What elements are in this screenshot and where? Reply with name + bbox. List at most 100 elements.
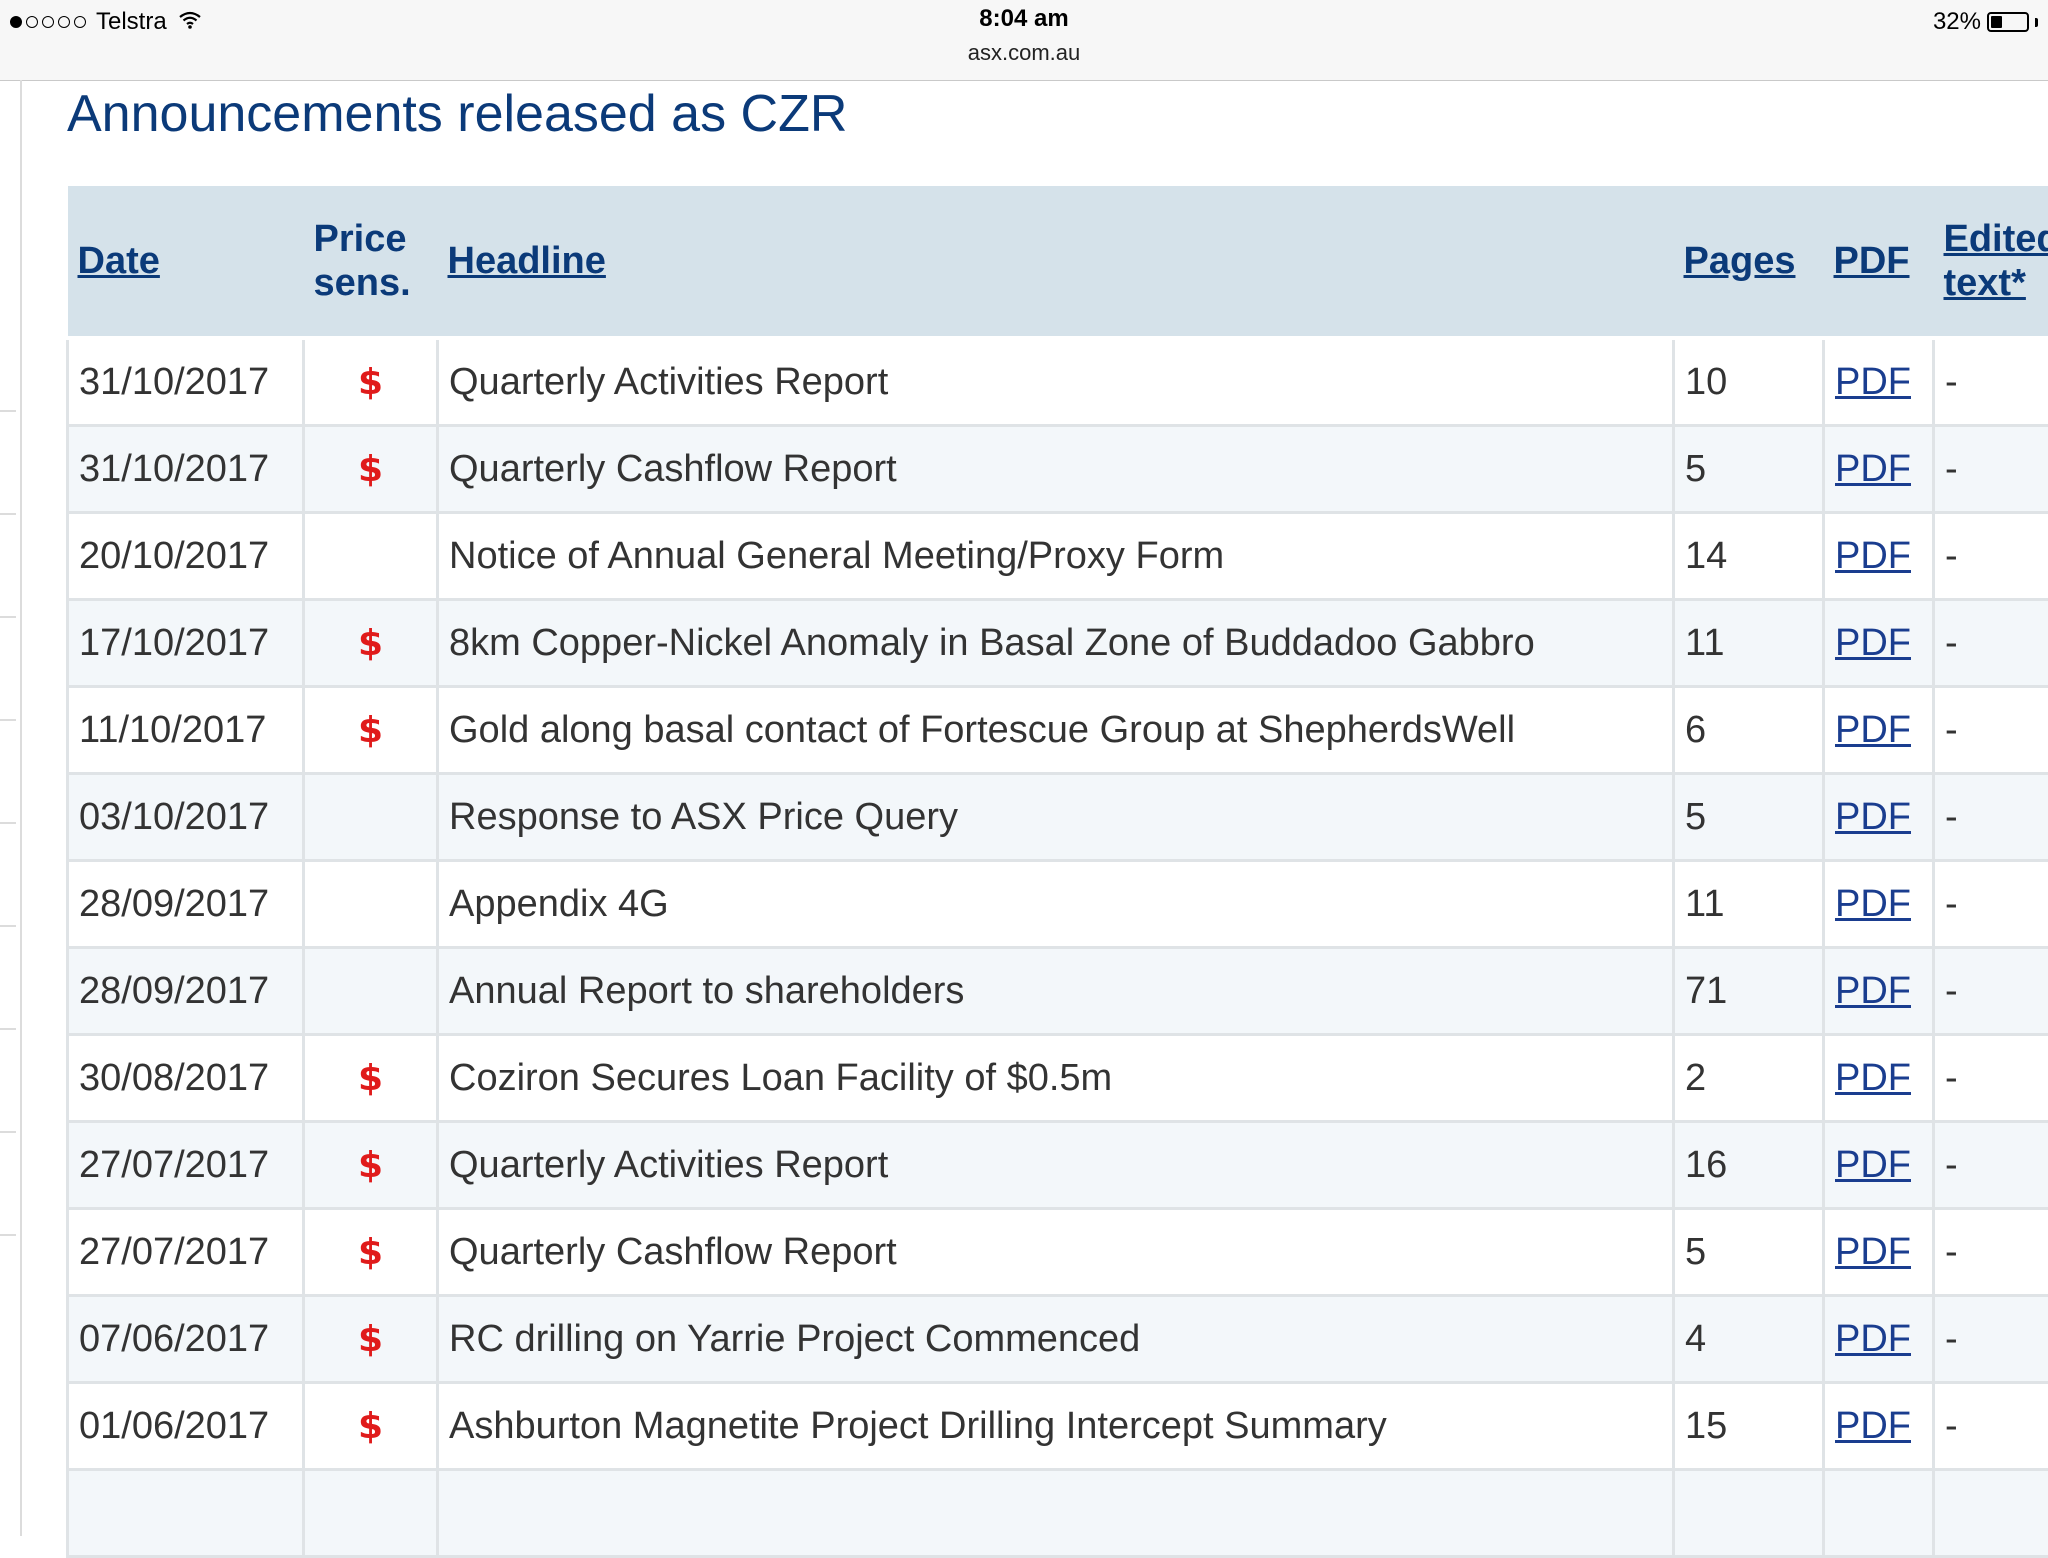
pdf-link[interactable]: PDF <box>1835 448 1911 490</box>
cell-price-sensitive: $ <box>304 600 438 687</box>
cell-edited-text: - <box>1934 774 2048 861</box>
cell-headline: Quarterly Cashflow Report <box>438 1209 1674 1296</box>
cell-pages <box>1674 1470 1824 1557</box>
cell-pages: 14 <box>1674 513 1824 600</box>
cell-pages: 10 <box>1674 338 1824 426</box>
cell-edited-text: - <box>1934 1035 2048 1122</box>
pdf-link[interactable]: PDF <box>1835 970 1911 1012</box>
cell-price-sensitive <box>304 948 438 1035</box>
status-center: 8:04 am asx.com.au <box>0 5 2048 66</box>
cell-headline: 8km Copper-Nickel Anomaly in Basal Zone … <box>438 600 1674 687</box>
cell-price-sensitive: $ <box>304 1122 438 1209</box>
price-sensitive-icon: $ <box>358 1058 383 1099</box>
cell-headline: Coziron Secures Loan Facility of $0.5m <box>438 1035 1674 1122</box>
cell-edited-text: - <box>1934 861 2048 948</box>
sort-by-pages-link[interactable]: Pages <box>1684 240 1796 282</box>
cell-edited-text: - <box>1934 1296 2048 1383</box>
cell-edited-text: - <box>1934 687 2048 774</box>
cell-pages: 6 <box>1674 687 1824 774</box>
table-row: 11/10/2017 $ Gold along basal contact of F… <box>68 687 2048 774</box>
cell-headline: Quarterly Activities Report <box>438 338 1674 426</box>
column-header-pages[interactable]: Pages <box>1674 186 1824 338</box>
cell-headline: Response to ASX Price Query <box>438 774 1674 861</box>
price-sensitive-icon: $ <box>358 449 383 490</box>
edited-text-link-line2[interactable]: text* <box>1944 262 2026 304</box>
cell-price-sensitive: $ <box>304 687 438 774</box>
table-row: 31/10/2017 $ Quarterly Activities Report10… <box>68 338 2048 426</box>
cell-pdf: PDF <box>1824 948 1934 1035</box>
cell-date: 27/07/2017 <box>68 1209 304 1296</box>
table-row: 31/10/2017$Quarterly Cashflow Report5PDF… <box>68 426 2048 513</box>
cell-price-sensitive <box>304 513 438 600</box>
cell-headline: Gold along basal contact of Fortescue Gr… <box>438 687 1674 774</box>
cell-edited-text: - <box>1934 338 2048 426</box>
cell-headline: Quarterly Cashflow Report <box>438 426 1674 513</box>
address-bar-url[interactable]: asx.com.au <box>0 40 2048 66</box>
table-row: 01/06/2017$Ashburton Magnetite Project D… <box>68 1383 2048 1470</box>
sort-by-date-link[interactable]: Date <box>78 240 160 282</box>
table-row: 27/07/2017$Quarterly Cashflow Report5PDF… <box>68 1209 2048 1296</box>
pdf-link[interactable]: PDF <box>1835 796 1911 838</box>
price-sensitive-icon: $ <box>358 1319 383 1360</box>
sort-by-headline-link[interactable]: Headline <box>448 240 606 282</box>
pdf-link[interactable]: PDF <box>1835 883 1911 925</box>
cell-pdf: PDF <box>1824 861 1934 948</box>
battery-area: 32% <box>1933 8 2038 36</box>
cell-pages: 71 <box>1674 948 1824 1035</box>
pdf-link[interactable]: PDF <box>1835 1405 1911 1447</box>
column-header-edited-text[interactable]: Edited text* <box>1934 186 2048 338</box>
pdf-link[interactable]: PDF <box>1835 622 1911 664</box>
edited-text-link-line1[interactable]: Edited <box>1944 218 2048 260</box>
price-sens-label-line2: sens. <box>314 262 411 304</box>
cell-edited-text: - <box>1934 1383 2048 1470</box>
price-sensitive-icon: $ <box>358 623 383 664</box>
price-sensitive-icon: $ <box>358 362 383 403</box>
table-row: 30/08/2017$Coziron Secures Loan Facility… <box>68 1035 2048 1122</box>
cell-headline: Appendix 4G <box>438 861 1674 948</box>
battery-percent: 32% <box>1933 8 1981 36</box>
cell-price-sensitive <box>304 774 438 861</box>
cell-date: 31/10/2017 <box>68 338 304 426</box>
cell-pages: 5 <box>1674 774 1824 861</box>
pdf-link[interactable]: PDF <box>1835 535 1911 577</box>
cell-date <box>68 1470 304 1557</box>
cell-headline: Quarterly Activities Report <box>438 1122 1674 1209</box>
table-row: 03/10/2017Response to ASX Price Query5PD… <box>68 774 2048 861</box>
page-title: Announcements released as CZR <box>67 84 847 144</box>
cell-headline <box>438 1470 1674 1557</box>
pdf-link[interactable]: PDF <box>1835 709 1911 751</box>
column-header-date[interactable]: Date <box>68 186 304 338</box>
cell-edited-text: - <box>1934 600 2048 687</box>
cell-pdf: PDF <box>1824 1209 1934 1296</box>
pdf-header-link[interactable]: PDF <box>1834 240 1910 282</box>
cell-pages: 5 <box>1674 1209 1824 1296</box>
pdf-link[interactable]: PDF <box>1835 1144 1911 1186</box>
table-row: 27/07/2017$Quarterly Activities Report16… <box>68 1122 2048 1209</box>
table-row: 07/06/2017$RC drilling on Yarrie Project… <box>68 1296 2048 1383</box>
column-header-headline[interactable]: Headline <box>438 186 1674 338</box>
cell-pages: 5 <box>1674 426 1824 513</box>
cell-edited-text <box>1934 1470 2048 1557</box>
cell-price-sensitive: $ <box>304 338 438 426</box>
battery-level <box>1991 16 2002 28</box>
cell-date: 01/06/2017 <box>68 1383 304 1470</box>
cell-date: 11/10/2017 <box>68 687 304 774</box>
pdf-link[interactable]: PDF <box>1835 1231 1911 1273</box>
cell-date: 17/10/2017 <box>68 600 304 687</box>
price-sensitive-icon: $ <box>358 710 383 751</box>
cell-pdf: PDF <box>1824 774 1934 861</box>
cell-date: 28/09/2017 <box>68 861 304 948</box>
cell-pages: 15 <box>1674 1383 1824 1470</box>
pdf-link[interactable]: PDF <box>1835 1318 1911 1360</box>
table-row <box>68 1470 2048 1557</box>
cell-date: 07/06/2017 <box>68 1296 304 1383</box>
column-header-pdf[interactable]: PDF <box>1824 186 1934 338</box>
side-panel-edge <box>0 80 22 1536</box>
pdf-link[interactable]: PDF <box>1835 361 1911 403</box>
price-sens-label-line1: Price <box>314 218 407 260</box>
cell-headline: Ashburton Magnetite Project Drilling Int… <box>438 1383 1674 1470</box>
cell-pdf: PDF <box>1824 338 1934 426</box>
cell-pages: 11 <box>1674 861 1824 948</box>
battery-tip <box>2035 18 2038 27</box>
pdf-link[interactable]: PDF <box>1835 1057 1911 1099</box>
